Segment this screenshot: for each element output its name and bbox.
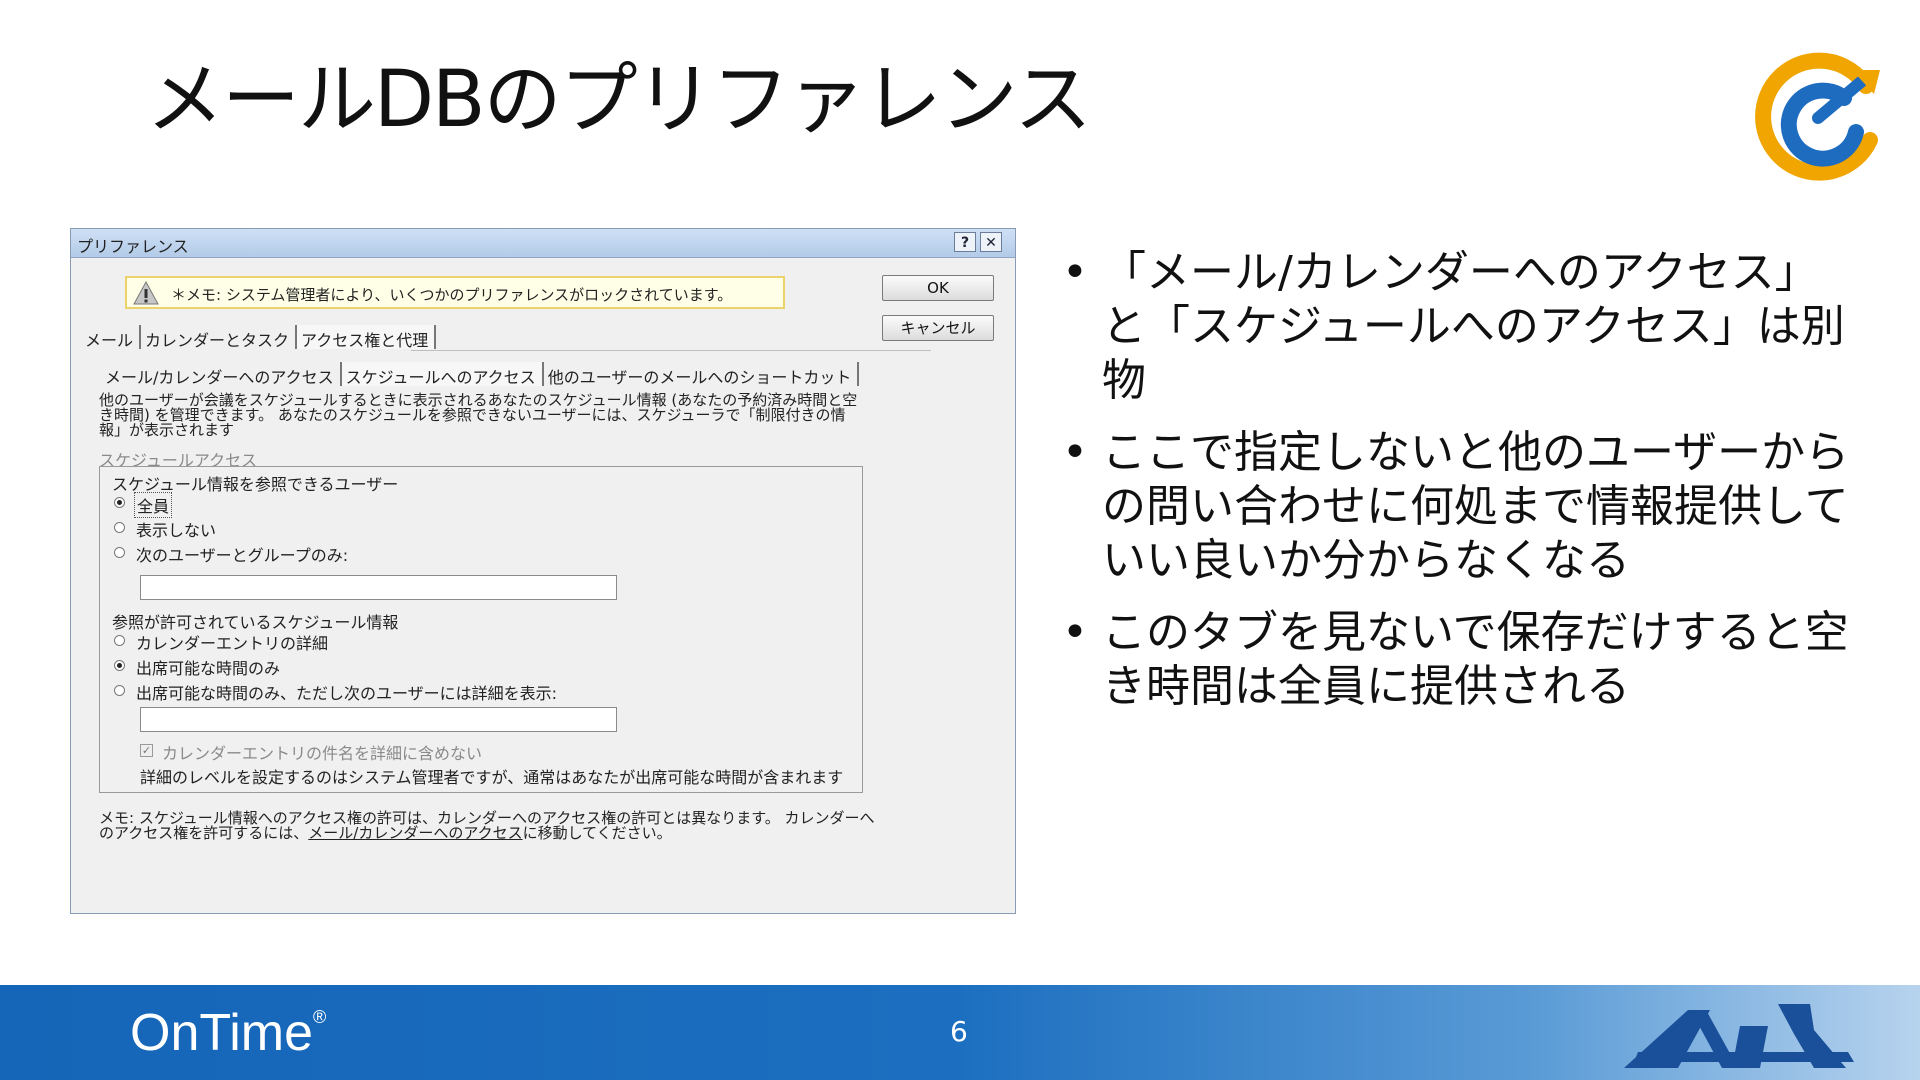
tab-mail[interactable]: メール bbox=[81, 325, 142, 350]
bottom-note-suffix: に移動してください。 bbox=[522, 824, 672, 842]
preferences-dialog: プリファレンス ? ✕ ＊メモ: システム管理者により、いくつかのプリファレンス… bbox=[70, 228, 1016, 914]
exclude-subject-checkbox[interactable]: ✓ bbox=[140, 744, 153, 757]
help-button[interactable]: ? bbox=[954, 232, 976, 252]
radio-availability-except-label[interactable]: 出席可能な時間のみ、ただし次のユーザーには詳細を表示: bbox=[136, 680, 557, 704]
tab-access-delegation[interactable]: アクセス権と代理 bbox=[297, 325, 437, 350]
radio-availability-only[interactable] bbox=[114, 660, 125, 671]
warning-text: ＊メモ: システム管理者により、いくつかのプリファレンスがロックされています。 bbox=[171, 286, 733, 304]
radio-everyone[interactable] bbox=[114, 497, 125, 508]
subtab-schedule-access[interactable]: スケジュールへのアクセス bbox=[341, 362, 544, 387]
schedule-access-group: スケジュール情報を参照できるユーザー 全員 表示しない 次のユーザーとグループの… bbox=[99, 466, 863, 793]
ok-button[interactable]: OK bbox=[882, 275, 994, 301]
ontime-logo-icon bbox=[1755, 52, 1880, 181]
bullet-list: 「メール/カレンダーへのアクセス」と「スケジュールへのアクセス」は別物 ここで指… bbox=[1062, 246, 1852, 732]
warning-icon bbox=[133, 281, 159, 305]
footer-brand: OnTime® bbox=[130, 1003, 326, 1063]
mail-calendar-access-link[interactable]: メール/カレンダーへのアクセス bbox=[308, 824, 522, 842]
sub-tabs: メール/カレンダーへのアクセス スケジュールへのアクセス 他のユーザーのメールへ… bbox=[101, 362, 860, 388]
tab-divider bbox=[411, 350, 931, 351]
radio-specific-users[interactable] bbox=[114, 547, 125, 558]
info-users-input[interactable] bbox=[140, 707, 617, 732]
close-button[interactable]: ✕ bbox=[980, 232, 1002, 252]
lock-warning: ＊メモ: システム管理者により、いくつかのプリファレンスがロックされています。 bbox=[125, 276, 785, 309]
slide-title: メールDBのプリファレンス bbox=[146, 55, 1092, 145]
subtab-mail-calendar-access[interactable]: メール/カレンダーへのアクセス bbox=[101, 362, 342, 387]
bullet-item: 「メール/カレンダーへのアクセス」と「スケジュールへのアクセス」は別物 bbox=[1062, 246, 1852, 408]
cancel-button[interactable]: キャンセル bbox=[882, 315, 994, 341]
dialog-titlebar: プリファレンス ? ✕ bbox=[71, 229, 1015, 258]
radio-everyone-label[interactable]: 全員 bbox=[134, 492, 173, 518]
exclude-subject-label: カレンダーエントリの件名を詳細に含めない bbox=[162, 744, 483, 763]
dialog-title: プリファレンス bbox=[77, 237, 189, 256]
axcel-logo-icon bbox=[1624, 1004, 1854, 1068]
detail-level-note: 詳細のレベルを設定するのはシステム管理者ですが、通常はあなたが出席可能な時間が含… bbox=[140, 768, 844, 787]
bullet-item: このタブを見ないで保存だけすると空き時間は全員に提供される bbox=[1062, 606, 1852, 714]
radio-no-one[interactable] bbox=[114, 522, 125, 533]
who-users-input[interactable] bbox=[140, 575, 617, 600]
radio-no-one-label[interactable]: 表示しない bbox=[136, 517, 216, 541]
schedule-description: 他のユーザーが会議をスケジュールするときに表示されるあなたのスケジュール情報 (… bbox=[99, 391, 858, 439]
bullet-item: ここで指定しないと他のユーザーからの問い合わせに何処まで情報提供していい良いか分… bbox=[1062, 426, 1852, 588]
page-number: 6 bbox=[950, 1015, 968, 1048]
radio-availability-except[interactable] bbox=[114, 685, 125, 696]
radio-entry-details-label[interactable]: カレンダーエントリの詳細 bbox=[136, 630, 328, 654]
footer-brand-text: OnTime bbox=[130, 1004, 313, 1062]
radio-entry-details[interactable] bbox=[114, 635, 125, 646]
radio-availability-only-label[interactable]: 出席可能な時間のみ bbox=[136, 655, 280, 679]
bottom-note: メモ: スケジュール情報へのアクセス権の許可は、カレンダーへのアクセス権の許可と… bbox=[99, 811, 889, 841]
registered-mark: ® bbox=[313, 1007, 327, 1027]
footer-bar: OnTime® 6 bbox=[0, 985, 1920, 1080]
subtab-mail-shortcuts[interactable]: 他のユーザーのメールへのショートカット bbox=[544, 362, 860, 387]
main-tabs: メール カレンダーとタスク アクセス権と代理 bbox=[81, 325, 437, 351]
tab-calendar-tasks[interactable]: カレンダーとタスク bbox=[141, 325, 298, 350]
radio-specific-users-label[interactable]: 次のユーザーとグループのみ: bbox=[136, 542, 348, 566]
